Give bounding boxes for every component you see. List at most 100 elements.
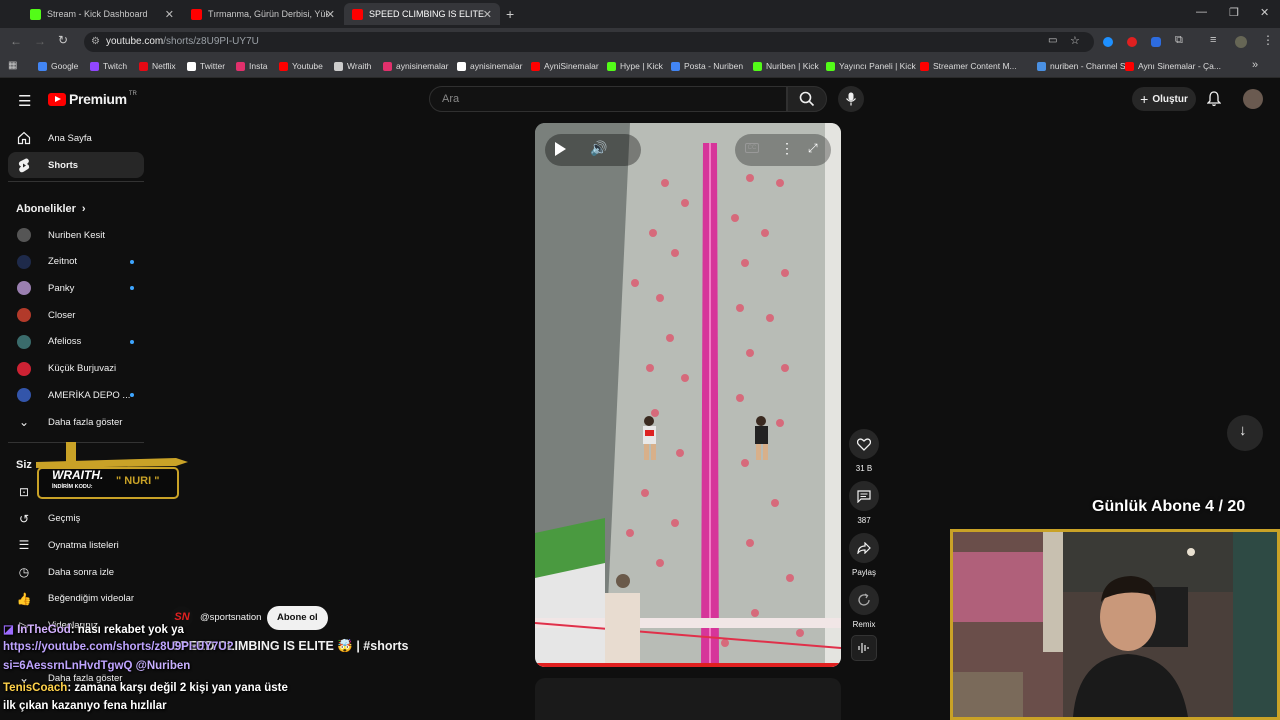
bookmark-item[interactable]: Nuriben | Kick <box>753 61 819 71</box>
bookmark-item[interactable]: Youtube <box>279 61 323 71</box>
more-bookmarks-icon[interactable]: » <box>1252 59 1258 71</box>
tab-speed-climbing[interactable]: SPEED CLIMBING IS ELITE 🤯 | ✕ <box>344 3 500 25</box>
captions-icon[interactable]: CC <box>745 143 759 153</box>
bookmark-item[interactable]: aynisinemalar <box>457 61 522 71</box>
sidebar-library-item[interactable]: ↺ Geçmiş <box>8 506 144 532</box>
sidebar-item-shorts[interactable]: Shorts <box>8 152 144 178</box>
voice-search-button[interactable] <box>838 86 864 112</box>
url-path: /shorts/z8U9PI-UY7U <box>163 36 259 47</box>
sidebar-item-label: Ana Sayfa <box>48 132 92 144</box>
apps-grid-icon[interactable]: ▦ <box>8 60 17 71</box>
next-video-button[interactable]: ↓ <box>1227 415 1263 451</box>
sidebar-subscription-item[interactable]: Panky <box>8 275 144 301</box>
close-tab-icon[interactable]: ✕ <box>165 8 174 21</box>
extension-shield-icon[interactable] <box>1151 37 1161 47</box>
shorts-video-player[interactable]: 🔊 CC ⋮ ⤢ <box>535 123 841 667</box>
share-icon <box>857 542 871 554</box>
share-button[interactable] <box>849 533 879 563</box>
bookmark-favicon-icon <box>826 61 835 71</box>
extension-red-icon[interactable] <box>1127 37 1137 47</box>
sidebar-item-home[interactable]: Ana Sayfa <box>8 125 144 151</box>
bookmark-label: nuriben - Channel S... <box>1050 61 1133 71</box>
volume-icon[interactable]: 🔊 <box>590 140 607 157</box>
play-icon[interactable] <box>555 142 566 156</box>
restore-icon[interactable]: ❐ <box>1229 6 1239 19</box>
new-tab-icon[interactable]: + <box>506 6 514 22</box>
search-button[interactable] <box>787 86 827 112</box>
extensions-puzzle-icon[interactable]: ⧉ <box>1175 34 1183 47</box>
sidebar-subscription-item[interactable]: Afelioss <box>8 329 144 355</box>
subscriptions-title: Abonelikler <box>16 203 76 215</box>
extension-blue-icon[interactable] <box>1103 37 1113 47</box>
bookmark-item[interactable]: Netflix <box>139 61 176 71</box>
site-info-icon[interactable]: ⚙ <box>91 32 100 52</box>
sidebar-library-item[interactable]: 👍 Beğendiğim videolar <box>8 586 144 612</box>
sidebar-subscription-item[interactable]: Closer <box>8 302 144 328</box>
remix-button[interactable] <box>849 585 879 615</box>
close-tab-icon[interactable]: ✕ <box>326 8 335 21</box>
channel-handle[interactable]: @sportsnation <box>200 612 261 623</box>
browser-menu-icon[interactable]: ⋮ <box>1262 33 1274 47</box>
channel-avatar <box>16 254 32 270</box>
sidebar-item-label: AMERİKA DEPO ... <box>48 389 131 401</box>
url-field[interactable]: ⚙ youtube.com/shorts/z8U9PI-UY7U <box>84 32 1094 52</box>
bookmark-item[interactable]: Hype | Kick <box>607 61 663 71</box>
tab-youtube-derby[interactable]: Tırmanma, Gürün Derbisi, Yüksı ✕ <box>183 3 343 25</box>
close-window-icon[interactable]: ✕ <box>1260 6 1269 19</box>
show-more-subscriptions[interactable]: ⌄ Daha fazla göster <box>8 409 144 435</box>
notifications-bell-icon[interactable] <box>1206 91 1222 112</box>
create-button[interactable]: + Oluştur <box>1132 87 1196 111</box>
close-tab-icon[interactable]: ✕ <box>483 8 492 21</box>
sidebar-divider <box>8 181 144 182</box>
sound-source-thumbnail[interactable] <box>851 635 877 661</box>
sidebar-subscription-item[interactable]: Nuriben Kesit <box>8 222 144 248</box>
sidebar-item-label: Geçmiş <box>48 513 81 525</box>
bookmark-star-icon[interactable]: ☆ <box>1070 34 1080 47</box>
bookmark-item[interactable]: Yayıncı Paneli | Kick <box>826 61 916 71</box>
subscriptions-heading[interactable]: Abonelikler › <box>16 203 86 215</box>
more-options-icon[interactable]: ⋮ <box>780 140 794 157</box>
bookmark-item[interactable]: Insta <box>236 61 267 71</box>
account-avatar[interactable] <box>1243 89 1263 109</box>
streamer-webcam <box>950 529 1280 720</box>
bookmark-item[interactable]: Posta - Nuriben <box>671 61 743 71</box>
sidebar-subscription-item[interactable]: Küçük Burjuvazi <box>8 356 144 382</box>
sidebar-subscription-item[interactable]: Zeitnot <box>8 249 144 275</box>
chat-badge-icon: ◪ <box>3 624 14 636</box>
next-short-preview[interactable] <box>535 678 841 720</box>
shorts-icon <box>16 157 32 173</box>
media-control-icon[interactable]: ≡ <box>1210 34 1216 46</box>
bookmark-favicon-icon <box>671 61 680 71</box>
profile-avatar[interactable] <box>1235 36 1247 48</box>
bookmark-label: aynisinemalar <box>396 61 449 71</box>
forward-icon[interactable]: → <box>34 34 46 48</box>
tab-kick-dashboard[interactable]: Stream - Kick Dashboard ✕ <box>22 3 182 25</box>
bookmark-label: Youtube <box>292 61 323 71</box>
comments-button[interactable] <box>849 481 879 511</box>
bookmark-item[interactable]: Aynı Sinemalar - Ça... <box>1125 61 1221 71</box>
search-input[interactable]: Ara <box>429 86 787 112</box>
like-button[interactable] <box>849 429 879 459</box>
bookmark-item[interactable]: nuriben - Channel S... <box>1037 61 1133 71</box>
bookmark-item[interactable]: AyniSinemalar <box>531 61 599 71</box>
youtube-premium-logo[interactable]: Premium TR <box>48 91 137 107</box>
sidebar-library-item[interactable]: ☰ Oynatma listeleri <box>8 532 144 558</box>
subscribe-button[interactable]: Abone ol <box>267 606 328 630</box>
bookmark-item[interactable]: Streamer Content M... <box>920 61 1017 71</box>
channel-avatar-image <box>17 308 31 323</box>
bookmark-item[interactable]: Twitch <box>90 61 127 71</box>
minimize-icon[interactable]: — <box>1196 6 1207 18</box>
sidebar-library-item[interactable]: ◷ Daha sonra izle <box>8 559 144 585</box>
bookmark-item[interactable]: Google <box>38 61 78 71</box>
cast-icon[interactable]: ▭ <box>1048 35 1057 46</box>
back-icon[interactable]: ← <box>10 34 22 48</box>
hamburger-menu-icon[interactable]: ☰ <box>18 92 31 110</box>
bookmark-item[interactable]: aynisinemalar <box>383 61 448 71</box>
sidebar-subscription-item[interactable]: AMERİKA DEPO ... <box>8 382 144 408</box>
bookmark-label: Twitch <box>103 61 128 71</box>
reload-icon[interactable]: ↻ <box>58 33 68 47</box>
bookmark-item[interactable]: Wraith <box>334 61 371 71</box>
fullscreen-icon[interactable]: ⤢ <box>808 141 818 156</box>
bookmark-item[interactable]: Twitter <box>187 61 225 71</box>
bookmark-label: aynisinemalar <box>470 61 523 71</box>
